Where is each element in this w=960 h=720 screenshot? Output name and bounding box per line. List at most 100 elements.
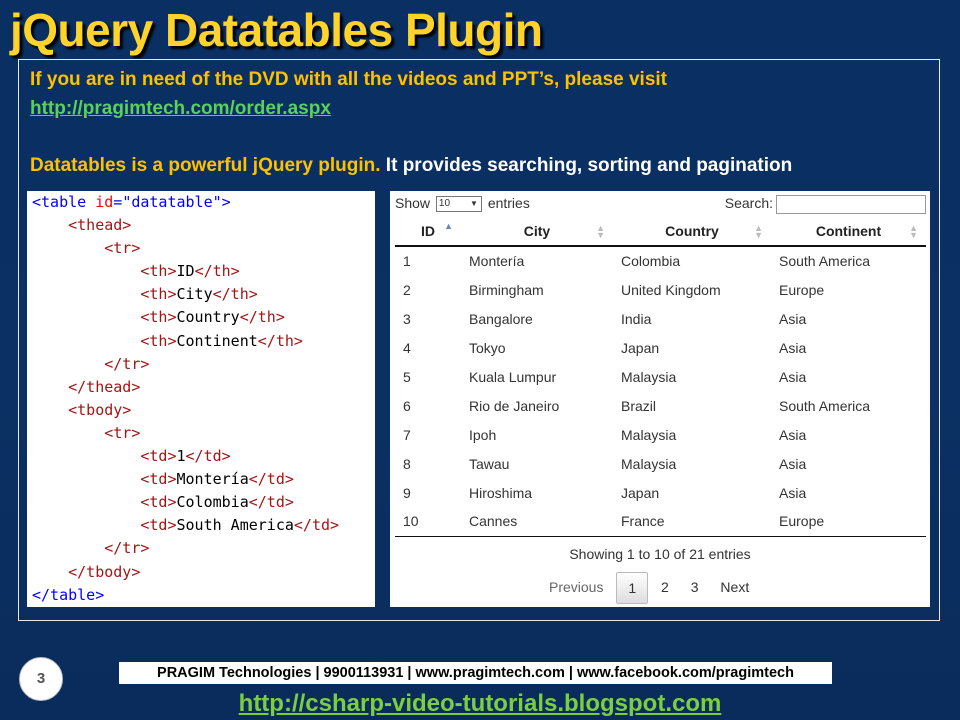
code-tag: </th> [194,262,240,281]
column-header-label: Country [665,223,719,239]
table-cell: Europe [779,282,825,299]
table-cell: 5 [403,369,411,385]
column-header-continent[interactable]: Continent ▲ ▼ [771,217,926,247]
column-header-label: ID [421,223,435,239]
code-text: Continent [176,331,258,350]
column-header-id[interactable]: ID ▲ [395,217,461,247]
plugin-description-lead: Datatables is a powerful jQuery plugin. [30,155,381,176]
column-header-label: Continent [815,223,882,239]
sort-both-icon: ▲ ▼ [754,223,763,240]
sort-both-icon: ▲ ▼ [909,223,918,240]
code-tag: </td> [185,447,231,466]
code-text: City [176,285,213,304]
table-cell: Malaysia [621,369,677,385]
table-cell: Europe [771,507,926,537]
plugin-description: Datatables is a powerful jQuery plugin. … [30,154,792,178]
code-line: <th>Country</th> [32,306,375,329]
table-cell: 2 [403,282,411,299]
page-button-2[interactable]: 2 [652,572,678,602]
table-row: 10 Cannes France Europe [395,507,926,537]
code-tag: <thead> [68,216,132,235]
table-row: 7 Ipoh Malaysia Asia [395,420,926,449]
table-cell: Brazil [621,397,657,414]
chevron-down-icon: ▼ [470,199,478,209]
code-tag: </th> [239,308,285,327]
pagination: Previous 1 2 3 Next [540,572,758,604]
code-text: 1 [176,447,186,466]
table-cell: 7 [403,426,411,443]
table-cell: 1 [403,253,411,270]
code-tag: </td> [248,470,294,489]
table-row: 3 Bangalore India Asia [395,305,926,334]
search-label: Search: [724,195,773,212]
table-cell: 10 [395,507,461,537]
code-line: </tr> [32,353,375,376]
column-header-label: City [523,223,551,239]
table-cell: Malaysia [621,455,677,472]
table-row: 4 Tokyo Japan Asia [395,334,926,363]
code-tag: <th> [140,285,177,304]
table-row: 6 Rio de Janeiro Brazil South America [395,391,926,420]
code-tag: <th> [140,262,177,281]
table-cell: Montería [469,253,525,270]
plugin-description-rest: It provides searching, sorting and pagin… [380,155,793,176]
sort-both-icon: ▲ ▼ [596,223,605,240]
code-punc: > [221,193,231,211]
sort-asc-icon: ▲ [444,221,453,231]
table-cell: Hiroshima [469,484,533,501]
code-text: Country [176,308,240,327]
code-line: <td>Colombia</td> [32,491,375,514]
code-tag: <tr> [104,423,141,442]
code-tag: </td> [293,516,340,535]
table-cell: France [613,507,771,537]
table-cell: Rio de Janeiro [469,397,560,414]
code-line: <th>City</th> [32,283,375,306]
previous-button[interactable]: Previous [540,572,612,602]
code-tag: </tr> [104,539,150,558]
table-cell: Colombia [621,253,681,270]
column-header-country[interactable]: Country ▲ ▼ [613,217,771,247]
footer-blog-link[interactable]: http://csharp-video-tutorials.blogspot.c… [0,689,960,719]
next-button[interactable]: Next [711,572,758,602]
code-tag: <table [32,193,96,211]
code-tag: <td> [140,447,177,466]
length-select[interactable]: 10 ▼ [435,196,482,213]
table-cell: Asia [779,426,807,443]
table-cell: Asia [779,369,807,385]
code-line: <thead> [32,214,375,237]
slide-title: jQuery Datatables Plugin [10,4,543,56]
table-cell: United Kingdom [621,282,721,299]
code-tag: <th> [140,331,177,350]
code-line: <td>1</td> [32,445,375,468]
page-button-3[interactable]: 3 [682,572,708,602]
table-cell: 8 [403,455,411,472]
table-cell: Tokyo [469,340,506,357]
search-input[interactable] [776,195,926,214]
table-header-row: ID ▲ City ▲ ▼ Country ▲ ▼ Continent ▲ ▼ [395,217,926,247]
table-cell: Kuala Lumpur [469,369,557,385]
code-line: <td>South America</td> [32,514,375,537]
table-cell: Ipoh [469,426,497,443]
table-cell: South America [779,397,871,414]
code-tag: </thead> [68,377,141,396]
code-tag: <td> [140,516,177,535]
table-row: 8 Tawau Malaysia Asia [395,449,926,478]
code-tag: <td> [140,493,177,512]
table-cell: Japan [621,484,660,501]
table-cell: Asia [779,340,807,357]
table-cell: Malaysia [621,426,677,443]
code-tag: </th> [212,285,258,304]
page-button-1[interactable]: 1 [616,572,649,604]
code-line: <tbody> [32,399,375,422]
column-header-city[interactable]: City ▲ ▼ [461,217,613,247]
dvd-notice-text: If you are in need of the DVD with all t… [30,69,668,90]
table-row: 2 Birmingham United Kingdom Europe [395,276,926,305]
code-line: <th>ID</th> [32,260,375,283]
length-control: Show 10 ▼ entries [395,195,530,213]
order-link[interactable]: http://pragimtech.com/order.aspx [30,97,331,121]
code-tag: <tbody> [68,400,132,419]
table-cell: Birmingham [469,282,544,299]
table-info: Showing 1 to 10 of 21 entries [569,546,751,562]
table-cell: Bangalore [469,311,533,328]
code-line: </thead> [32,376,375,399]
